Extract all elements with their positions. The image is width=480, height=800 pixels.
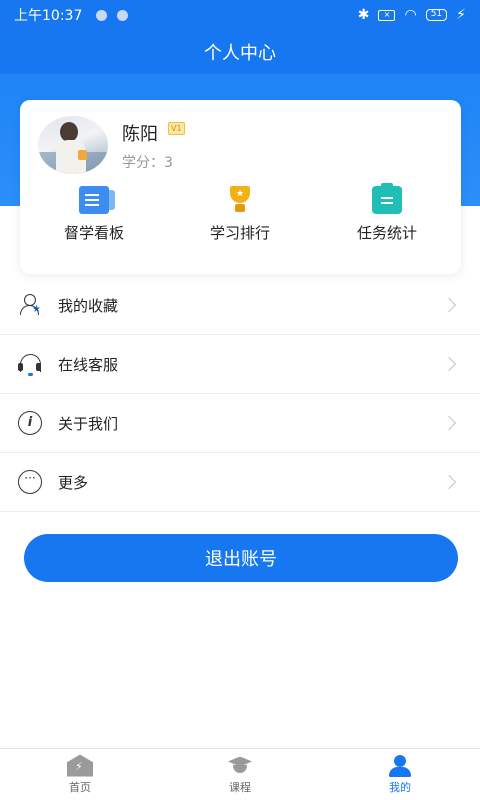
favorites-icon: ★ — [18, 293, 42, 317]
user-icon — [387, 754, 413, 777]
page-title: 个人中心 — [204, 43, 276, 64]
quick-action-label: 学习排行 — [209, 224, 270, 242]
board-icon — [79, 186, 115, 214]
menu-item-label: 我的收藏 — [58, 296, 119, 315]
wifi-icon: ◠ — [404, 7, 417, 23]
page-header: 个人中心 — [0, 30, 480, 74]
menu-item-label: 关于我们 — [58, 414, 119, 433]
quick-action-study-ranking[interactable]: ★ 学习排行 — [170, 186, 310, 243]
tab-home[interactable]: 首页 — [0, 749, 160, 800]
chevron-right-icon — [441, 415, 457, 431]
more-icon: ··· — [18, 470, 42, 494]
menu-item-more[interactable]: ··· 更多 — [0, 453, 480, 512]
profile-card: 陈阳 V1 学分：3 督学看板 ★ 学习排行 任务统计 — [20, 100, 461, 274]
chevron-right-icon — [441, 356, 457, 372]
settings-menu: ★ 我的收藏 在线客服 i 关于我们 ··· 更多 — [0, 276, 480, 512]
tab-label: 首页 — [69, 780, 91, 794]
vip-badge: V1 — [168, 122, 185, 135]
quick-action-task-stats[interactable]: 任务统计 — [317, 183, 457, 243]
menu-item-favorites[interactable]: ★ 我的收藏 — [0, 276, 480, 335]
credit-score: 学分：3 — [122, 155, 173, 171]
tab-me[interactable]: 我的 — [320, 749, 480, 800]
home-icon — [67, 754, 93, 777]
tab-label: 我的 — [389, 780, 411, 794]
headset-icon — [18, 352, 42, 376]
graduation-cap-icon — [227, 755, 253, 777]
status-bar: 上午10:37 ✱ × ◠ 51 ⚡ — [0, 0, 480, 30]
charging-icon: ⚡ — [456, 7, 466, 23]
battery-icon: 51 — [425, 9, 448, 21]
logout-button[interactable]: 退出账号 — [24, 534, 458, 582]
tab-label: 课程 — [229, 780, 251, 794]
sim-icon: × — [378, 9, 396, 21]
menu-item-label: 在线客服 — [58, 355, 119, 374]
chevron-right-icon — [441, 297, 457, 313]
menu-item-customer-service[interactable]: 在线客服 — [0, 335, 480, 394]
avatar[interactable] — [38, 116, 108, 174]
user-name: 陈阳 — [122, 124, 158, 145]
menu-item-label: 更多 — [58, 473, 89, 492]
task-icon — [372, 183, 402, 214]
quick-action-supervision-board[interactable]: 督学看板 — [24, 186, 164, 243]
quick-action-label: 督学看板 — [63, 224, 124, 242]
bottom-tab-bar: 首页 课程 我的 — [0, 748, 480, 800]
menu-item-about-us[interactable]: i 关于我们 — [0, 394, 480, 453]
quick-action-label: 任务统计 — [356, 224, 417, 242]
chevron-right-icon — [441, 474, 457, 490]
info-icon: i — [18, 411, 42, 435]
bluetooth-icon: ✱ — [357, 7, 370, 23]
notification-dot-icon — [117, 9, 129, 21]
status-time: 上午10:37 — [14, 8, 83, 24]
tab-course[interactable]: 课程 — [160, 749, 320, 800]
trophy-icon: ★ — [225, 186, 255, 214]
notification-dot-icon — [96, 9, 108, 21]
